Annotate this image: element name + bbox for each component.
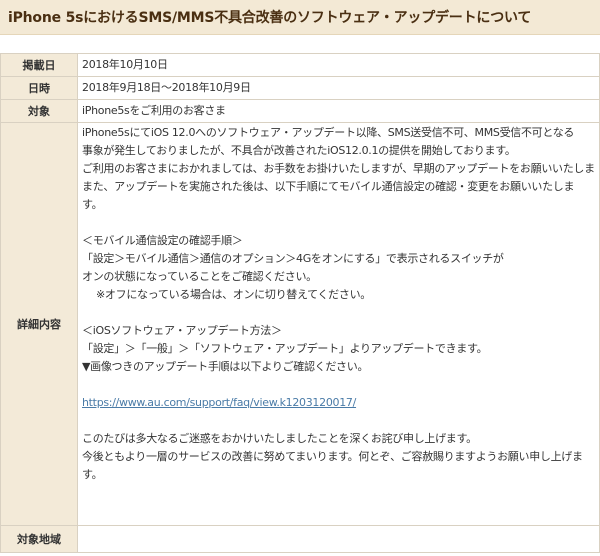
detail-line: す。 (82, 198, 103, 211)
detail-blank-line (82, 304, 595, 322)
row-datetime: 日時 2018年9月18日～2018年10月9日 (0, 76, 600, 100)
detail-content: iPhone5sにてiOS 12.0へのソフトウェア・アップデート以降、SMS送… (77, 122, 600, 526)
page-header: iPhone 5sにおけるSMS/MMS不具合改善のソフトウェア・アップデートに… (0, 0, 600, 35)
detail-line: ＜モバイル通信設定の確認手順＞ (82, 234, 243, 247)
detail-line: オンの状態になっていることをご確認ください。 (82, 270, 317, 283)
detail-label: 詳細内容 (0, 122, 78, 526)
detail-note-line: ※オフになっている場合は、オンに切り替えてください。 (96, 288, 371, 301)
info-table: 掲載日 2018年10月10日 日時 2018年9月18日～2018年10月9日… (0, 53, 600, 553)
row-area: 対象地域 (0, 525, 600, 553)
detail-blank-line (82, 214, 595, 232)
posted-date-value: 2018年10月10日 (77, 53, 600, 77)
area-value (77, 525, 600, 553)
page-title: iPhone 5sにおけるSMS/MMS不具合改善のソフトウェア・アップデートに… (8, 10, 532, 26)
detail-line: 今後ともより一層のサービスの改善に努めてまいります。何とぞ、ご容赦賜りますようお… (82, 450, 583, 463)
detail-blank-line (82, 412, 595, 430)
faq-link[interactable]: https://www.au.com/support/faq/view.k120… (82, 394, 595, 412)
target-label: 対象 (0, 99, 78, 123)
row-posted-date: 掲載日 2018年10月10日 (0, 53, 600, 77)
detail-line: 「設定」＞「一般」＞「ソフトウェア・アップデート」よりアップデートできます。 (82, 342, 488, 355)
datetime-value: 2018年9月18日～2018年10月9日 (77, 76, 600, 100)
detail-line: ご利用のお客さまにおかれましては、お手数をお掛けいたしますが、早期のアップデート… (82, 162, 595, 175)
detail-line: す。 (82, 468, 103, 481)
detail-blank-line (82, 376, 595, 394)
detail-line: また、アップデートを実施された後は、以下手順にてモバイル通信設定の確認・変更をお… (82, 180, 575, 193)
detail-line: 事象が発生しておりましたが、不具合が改善されたiOS12.0.1の提供を開始して… (82, 144, 516, 157)
detail-line: このたびは多大なるご迷惑をおかけいたしましたことを深くお詫び申し上げます。 (82, 432, 477, 445)
row-target: 対象 iPhone5sをご利用のお客さま (0, 99, 600, 123)
area-label: 対象地域 (0, 525, 78, 553)
detail-line: 「設定＞モバイル通信＞通信のオプション＞4Gをオンにする」で表示されるスイッチが (82, 252, 504, 265)
detail-line: ＜iOSソフトウェア・アップデート方法＞ (82, 324, 282, 337)
detail-line: iPhone5sにてiOS 12.0へのソフトウェア・アップデート以降、SMS送… (82, 126, 575, 139)
target-value: iPhone5sをご利用のお客さま (77, 99, 600, 123)
posted-date-label: 掲載日 (0, 53, 78, 77)
datetime-label: 日時 (0, 76, 78, 100)
detail-line: ▼画像つきのアップデート手順は以下よりご確認ください。 (82, 360, 369, 373)
row-detail: 詳細内容 iPhone5sにてiOS 12.0へのソフトウェア・アップデート以降… (0, 122, 600, 526)
